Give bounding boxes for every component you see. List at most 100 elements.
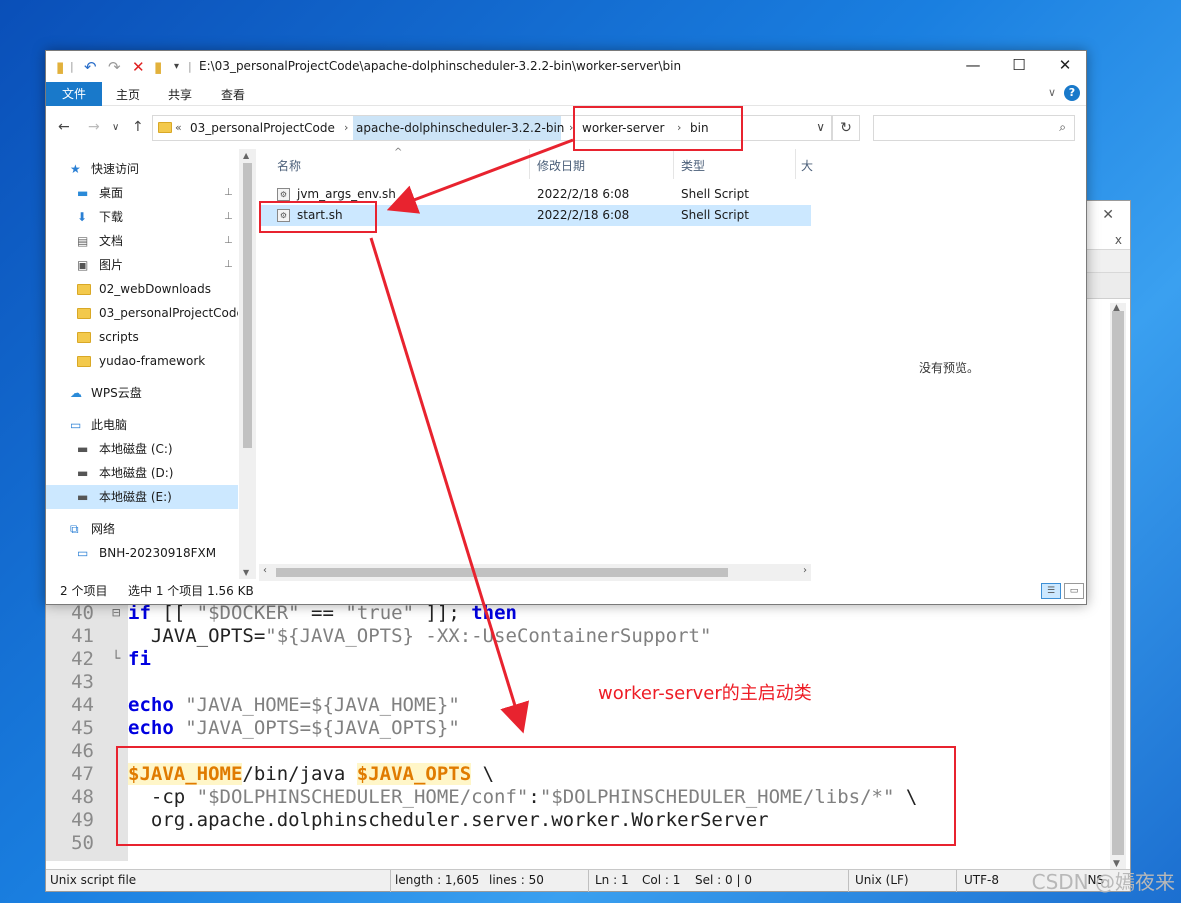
column-type[interactable]: 类型 [681,157,705,174]
line-number: 41 [71,625,94,647]
sidebar-item[interactable]: ▬ 本地磁盘 (E:) [46,485,238,509]
code-token: "${JAVA_OPTS} -XX:-UseContainerSupport" [265,625,712,647]
sidebar-item[interactable]: ⬇ 下载 ⊥ [46,205,238,229]
breadcrumb-item[interactable]: apache-dolphinscheduler-3.2.2-bin [356,121,564,135]
breadcrumb-overflow[interactable]: « [175,121,182,134]
code-text: -cp "$DOLPHINSCHEDULER_HOME/conf":"$DOLP… [128,786,917,809]
refresh-button[interactable]: ↻ [832,115,860,141]
sidebar-item[interactable]: ▤ 文档 ⊥ [46,229,238,253]
scroll-left-icon[interactable]: ‹ [263,565,267,576]
code-line[interactable]: 41 JAVA_OPTS="${JAVA_OPTS} -XX:-UseConta… [46,625,1086,648]
scrollbar-thumb[interactable] [1112,311,1124,855]
sidebar-item[interactable]: 02_webDownloads [46,277,238,301]
delete-icon[interactable]: ✕ [132,58,145,76]
fold-marker-icon[interactable]: └ [112,648,120,671]
scrollbar-thumb[interactable] [243,163,252,448]
tab-view[interactable]: 查看 [221,86,245,103]
code-line[interactable]: 49 org.apache.dolphinscheduler.server.wo… [46,809,1086,832]
sidebar-item-label: 下载 [99,210,124,224]
back-icon[interactable]: ← [58,119,70,135]
sidebar-item[interactable]: ★ 快速访问 [46,157,238,181]
search-input[interactable]: ⌕ [873,115,1075,141]
sort-up-icon: ^ [394,147,403,158]
code-line[interactable]: 44 echo "JAVA_HOME=${JAVA_HOME}" [46,694,1086,717]
close-button[interactable]: ✕ [1042,56,1088,74]
file-row[interactable]: ⚙ jvm_args_env.sh 2022/2/18 6:08 Shell Scri… [259,184,811,205]
column-modified[interactable]: 修改日期 [537,157,585,174]
fold-marker-icon[interactable]: ⊟ [112,602,120,625]
redo-icon[interactable]: ↷ [108,58,121,76]
star-icon: ★ [70,162,81,176]
scroll-right-icon[interactable]: › [803,565,807,576]
column-headers: ^ 名称 修改日期 类型 大 [259,147,813,179]
expand-ribbon-icon[interactable]: ∨ [1048,86,1056,99]
editor-status-bar: Unix script file length : 1,605 lines : … [46,869,1130,892]
breadcrumb-item[interactable]: bin [690,121,709,135]
code-line[interactable]: 45 echo "JAVA_OPTS=${JAVA_OPTS}" [46,717,1086,740]
scroll-up-icon[interactable]: ▲ [243,151,249,160]
sidebar-item[interactable]: ▬ 桌面 ⊥ [46,181,238,205]
chevron-right-icon[interactable]: › [677,121,681,134]
close-tab-icon[interactable]: x [1115,233,1122,247]
cloud-icon: ☁ [70,386,82,400]
sidebar-item[interactable]: scripts [46,325,238,349]
details-view-icon[interactable]: ☰ [1041,583,1061,599]
tab-home[interactable]: 主页 [116,86,140,103]
status-separator [588,870,589,892]
column-name[interactable]: 名称 [277,157,301,174]
vertical-scrollbar[interactable]: ▲ ▼ [1110,303,1126,869]
tab-file[interactable]: 文件 [46,82,102,106]
code-line[interactable]: 40 ⊟ if [[ "$DOCKER" == "true" ]]; then [46,602,1086,625]
up-icon[interactable]: ↑ [132,119,144,135]
sidebar-item[interactable]: ▭ BNH-20230918FXM [46,541,238,565]
column-divider[interactable] [673,149,674,179]
address-bar[interactable]: « 03_personalProjectCode › apache-dolphi… [152,115,832,141]
sidebar-item[interactable]: ▭ 此电脑 [46,413,238,437]
annotation-note: worker-server的主启动类 [598,683,812,704]
code-token: echo [128,694,174,716]
customize-quick-access-icon[interactable]: ▾ [174,61,179,72]
sidebar-item[interactable]: ▣ 图片 ⊥ [46,253,238,277]
chevron-right-icon[interactable]: › [569,121,573,134]
code-line[interactable]: 46 [46,740,1086,763]
forward-icon[interactable]: → [88,119,100,135]
ribbon-tabs: 文件 主页 共享 查看 ∨ ? [46,82,1086,106]
code-token: org.apache.dolphinscheduler.server.worke… [128,809,769,831]
folder-icon [77,325,91,349]
column-divider[interactable] [529,149,530,179]
scrollbar-thumb[interactable] [276,568,728,577]
minimize-button[interactable]: — [950,56,996,74]
sidebar-item[interactable]: yudao-framework [46,349,238,373]
code-line[interactable]: 47 $JAVA_HOME/bin/java $JAVA_OPTS \ [46,763,1086,786]
sidebar-item[interactable]: ☁ WPS云盘 [46,381,238,405]
sidebar-item[interactable]: ⧉ 网络 [46,517,238,541]
code-token: fi [128,648,151,670]
sidebar-scrollbar[interactable]: ▲ ▼ [239,149,256,579]
breadcrumb-item[interactable]: 03_personalProjectCode [190,121,335,135]
code-line[interactable]: 48 -cp "$DOLPHINSCHEDULER_HOME/conf":"$D… [46,786,1086,809]
chevron-right-icon[interactable]: › [344,121,348,134]
new-folder-icon[interactable]: ▮ [154,58,162,76]
code-line[interactable]: 42 └ fi [46,648,1086,671]
scroll-down-icon[interactable]: ▼ [243,568,249,577]
tab-share[interactable]: 共享 [168,86,192,103]
code-line[interactable]: 50 [46,832,1086,855]
sidebar-item[interactable]: 03_personalProjectCode [46,301,238,325]
sidebar-item[interactable]: ▬ 本地磁盘 (C:) [46,437,238,461]
chevron-down-icon[interactable]: ∨ [816,120,825,134]
large-icons-view-icon[interactable]: ▭ [1064,583,1084,599]
code-token: "$DOLPHINSCHEDULER_HOME/conf" [196,786,529,808]
sidebar-item[interactable]: ▬ 本地磁盘 (D:) [46,461,238,485]
column-divider[interactable] [795,149,796,179]
help-icon[interactable]: ? [1064,85,1080,101]
code-token: then [471,602,517,624]
code-line[interactable]: 43 [46,671,1086,694]
undo-icon[interactable]: ↶ [84,58,97,76]
maximize-button[interactable]: ☐ [996,56,1042,74]
close-icon[interactable]: ✕ [1102,207,1114,223]
column-size[interactable]: 大 [801,157,813,174]
breadcrumb-item[interactable]: worker-server [582,121,664,135]
file-row[interactable]: ⚙ start.sh 2022/2/18 6:08 Shell Script [259,205,811,226]
recent-locations-icon[interactable]: ∨ [112,122,119,133]
code-token: JAVA_OPTS= [128,625,266,647]
